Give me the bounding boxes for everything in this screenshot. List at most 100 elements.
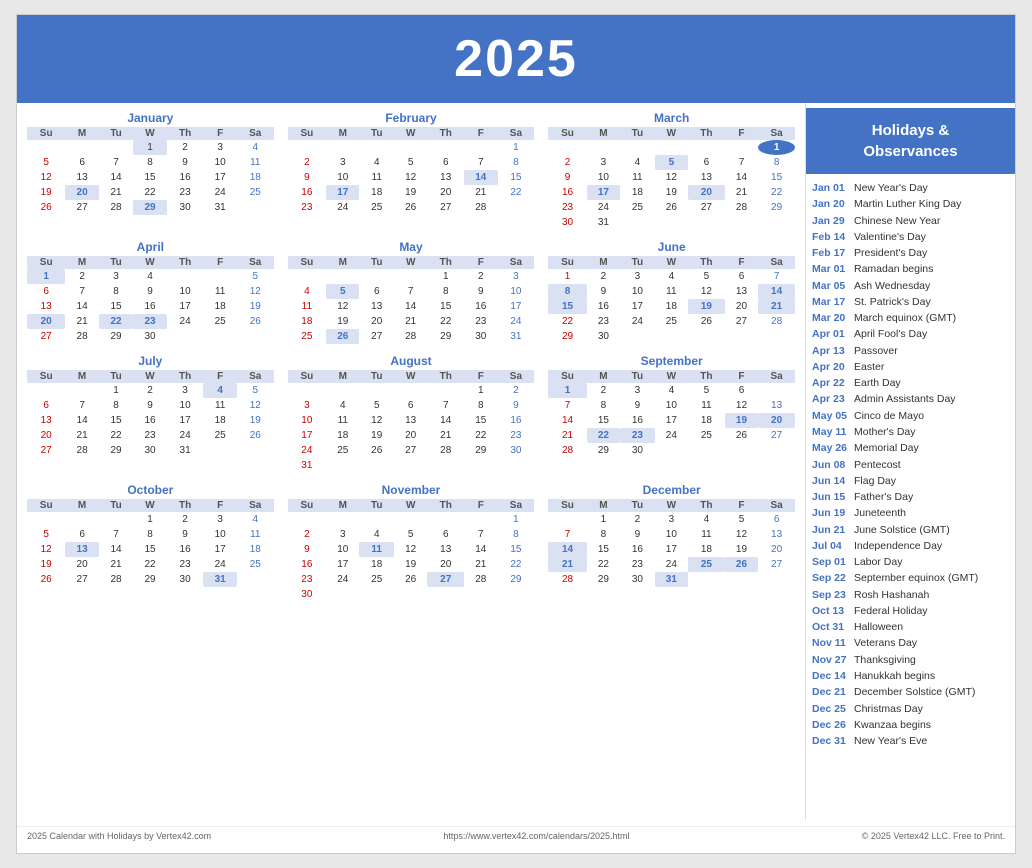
- holiday-name: Valentine's Day: [854, 229, 926, 245]
- sidebar-title: Holidays &Observances: [863, 122, 957, 160]
- holiday-date: Sep 01: [812, 554, 850, 570]
- holiday-item: Apr 01April Fool's Day: [812, 326, 1009, 342]
- month-august: August SuMTuWThFSa 12 3456789 1011121314…: [288, 354, 535, 473]
- holiday-name: President's Day: [854, 245, 927, 261]
- calendar-section: January SuMTuWThFSa 1234 567891011 12131…: [17, 103, 805, 820]
- holiday-date: Apr 01: [812, 326, 850, 342]
- holiday-name: Pentecost: [854, 457, 901, 473]
- holiday-name: March equinox (GMT): [854, 310, 956, 326]
- holiday-date: Jun 21: [812, 522, 850, 538]
- month-title-october: October: [27, 483, 274, 497]
- month-title-april: April: [27, 240, 274, 254]
- holiday-item: Jun 14Flag Day: [812, 473, 1009, 489]
- holiday-item: Nov 11Veterans Day: [812, 635, 1009, 651]
- holiday-item: Oct 13Federal Holiday: [812, 603, 1009, 619]
- holiday-date: Mar 20: [812, 310, 850, 326]
- holiday-item: May 11Mother's Day: [812, 424, 1009, 440]
- holiday-date: Jun 08: [812, 457, 850, 473]
- holiday-date: Apr 20: [812, 359, 850, 375]
- holiday-name: Veterans Day: [854, 635, 917, 651]
- holiday-item: May 05Cinco de Mayo: [812, 408, 1009, 424]
- holiday-item: Sep 01Labor Day: [812, 554, 1009, 570]
- holiday-name: Cinco de Mayo: [854, 408, 924, 424]
- month-title-july: July: [27, 354, 274, 368]
- month-april: April SuMTuWThFSa 12345 6789101112 13141…: [27, 240, 274, 344]
- year-header: 2025: [17, 15, 1015, 103]
- holiday-name: Easter: [854, 359, 884, 375]
- holiday-list: Jan 01New Year's DayJan 20Martin Luther …: [806, 180, 1015, 749]
- holiday-name: Passover: [854, 343, 898, 359]
- holiday-date: Mar 01: [812, 261, 850, 277]
- month-october: October SuMTuWThFSa 1234 567891011 12131…: [27, 483, 274, 602]
- month-title-december: December: [548, 483, 795, 497]
- holiday-name: December Solstice (GMT): [854, 684, 975, 700]
- holiday-date: Oct 31: [812, 619, 850, 635]
- holiday-name: Flag Day: [854, 473, 896, 489]
- holiday-name: Ash Wednesday: [854, 278, 930, 294]
- holiday-name: Father's Day: [854, 489, 913, 505]
- month-january: January SuMTuWThFSa 1234 567891011 12131…: [27, 111, 274, 230]
- holiday-item: Dec 14Hanukkah begins: [812, 668, 1009, 684]
- holiday-item: Apr 22Earth Day: [812, 375, 1009, 391]
- month-march: March SuMTuWThFSa 1 2345678 910111213141…: [548, 111, 795, 230]
- holiday-item: Mar 05Ash Wednesday: [812, 278, 1009, 294]
- holiday-item: Jan 01New Year's Day: [812, 180, 1009, 196]
- holiday-item: Jun 19Juneteenth: [812, 505, 1009, 521]
- holiday-date: Nov 27: [812, 652, 850, 668]
- holiday-name: Christmas Day: [854, 701, 923, 717]
- holiday-name: Juneteenth: [854, 505, 906, 521]
- holiday-date: Dec 14: [812, 668, 850, 684]
- holiday-date: Apr 13: [812, 343, 850, 359]
- holiday-date: Dec 25: [812, 701, 850, 717]
- holiday-item: Mar 01Ramadan begins: [812, 261, 1009, 277]
- holiday-date: May 26: [812, 440, 850, 456]
- sidebar-header: Holidays &Observances: [806, 108, 1015, 174]
- month-february: February SuMTuWThFSa 1 2345678 910111213…: [288, 111, 535, 230]
- month-title-february: February: [288, 111, 535, 125]
- holiday-name: Memorial Day: [854, 440, 919, 456]
- month-november: November SuMTuWThFSa 1 2345678 910111213…: [288, 483, 535, 602]
- holiday-date: Dec 21: [812, 684, 850, 700]
- holiday-name: Federal Holiday: [854, 603, 928, 619]
- holiday-name: Earth Day: [854, 375, 901, 391]
- month-december: December SuMTuWThFSa 123456 78910111213 …: [548, 483, 795, 602]
- month-title-march: March: [548, 111, 795, 125]
- holiday-item: Dec 31New Year's Eve: [812, 733, 1009, 749]
- holiday-item: Oct 31Halloween: [812, 619, 1009, 635]
- holiday-date: Jan 01: [812, 180, 850, 196]
- holiday-item: Jun 21June Solstice (GMT): [812, 522, 1009, 538]
- holiday-date: Nov 11: [812, 635, 850, 651]
- footer-center: https://www.vertex42.com/calendars/2025.…: [443, 831, 629, 841]
- calendar-page: 2025 January SuMTuWThFSa 1234 5678: [16, 14, 1016, 854]
- holiday-item: May 26Memorial Day: [812, 440, 1009, 456]
- year-text: 2025: [454, 30, 578, 88]
- holiday-item: Apr 23Admin Assistants Day: [812, 391, 1009, 407]
- holiday-name: Admin Assistants Day: [854, 391, 956, 407]
- holiday-item: Jan 20Martin Luther King Day: [812, 196, 1009, 212]
- holiday-name: Mother's Day: [854, 424, 916, 440]
- holiday-item: Jul 04Independence Day: [812, 538, 1009, 554]
- holiday-name: Hanukkah begins: [854, 668, 935, 684]
- holiday-name: New Year's Eve: [854, 733, 927, 749]
- holiday-item: Sep 22September equinox (GMT): [812, 570, 1009, 586]
- holiday-name: June Solstice (GMT): [854, 522, 950, 538]
- holiday-item: Mar 20March equinox (GMT): [812, 310, 1009, 326]
- month-june: June SuMTuWThFSa 1234567 891011121314 15…: [548, 240, 795, 344]
- holiday-item: Feb 14Valentine's Day: [812, 229, 1009, 245]
- month-title-august: August: [288, 354, 535, 368]
- footer-right: © 2025 Vertex42 LLC. Free to Print.: [862, 831, 1005, 841]
- holiday-date: Oct 13: [812, 603, 850, 619]
- holiday-name: Ramadan begins: [854, 261, 933, 277]
- holiday-name: Chinese New Year: [854, 213, 940, 229]
- holiday-name: Independence Day: [854, 538, 942, 554]
- month-title-november: November: [288, 483, 535, 497]
- holiday-name: Rosh Hashanah: [854, 587, 929, 603]
- holiday-name: Kwanzaa begins: [854, 717, 931, 733]
- holiday-date: Feb 17: [812, 245, 850, 261]
- month-title-may: May: [288, 240, 535, 254]
- holiday-item: Apr 20Easter: [812, 359, 1009, 375]
- holiday-date: Feb 14: [812, 229, 850, 245]
- holiday-name: Labor Day: [854, 554, 902, 570]
- holiday-date: Jun 19: [812, 505, 850, 521]
- holiday-name: Thanksgiving: [854, 652, 916, 668]
